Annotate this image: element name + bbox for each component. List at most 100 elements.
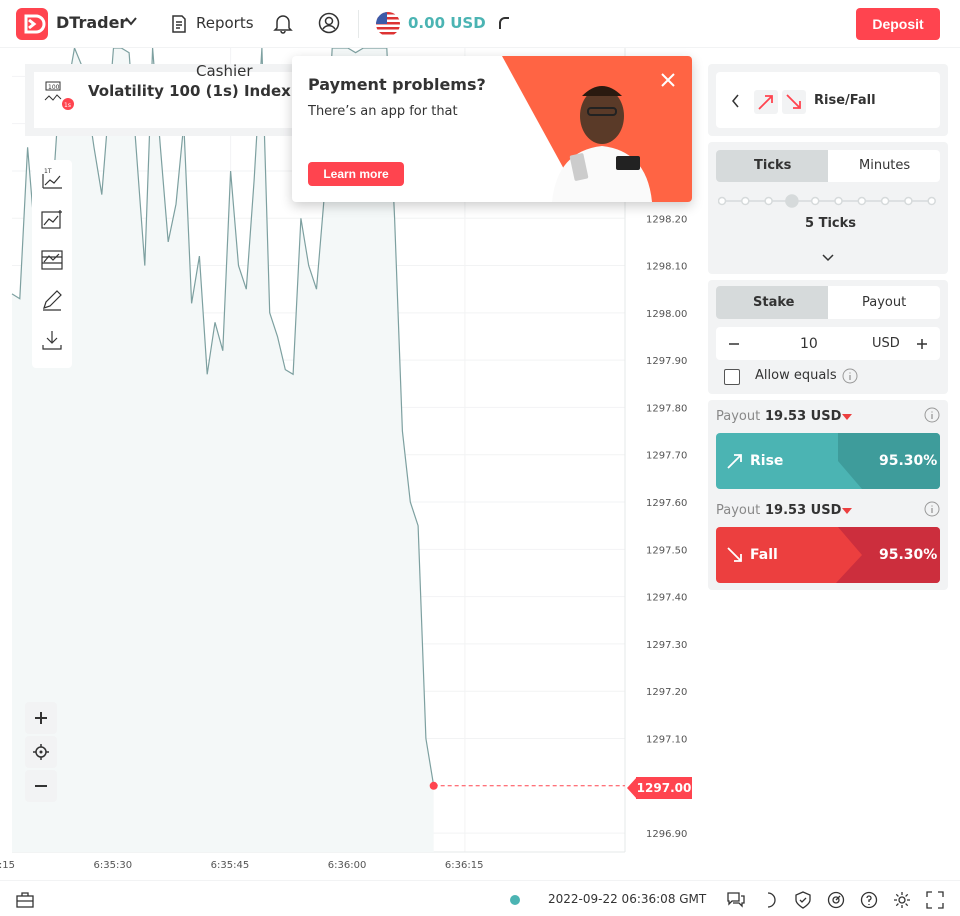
learn-more-button[interactable]: Learn more xyxy=(308,162,404,186)
contract-type-panel: Rise/Fall xyxy=(708,64,948,136)
header-divider xyxy=(358,10,359,38)
gear-icon[interactable] xyxy=(893,891,911,909)
slider-dot[interactable] xyxy=(927,196,936,206)
tab-minutes-label[interactable]: Minutes xyxy=(859,158,910,173)
us-flag-icon[interactable] xyxy=(376,12,400,36)
rise-payout-label: Payout xyxy=(716,409,761,424)
duration-panel: Ticks Minutes 5 Ticks xyxy=(708,142,948,274)
slider-dot[interactable] xyxy=(741,196,750,206)
y-tick-label: 1298.20 xyxy=(646,214,687,225)
y-tick-label: 1297.70 xyxy=(646,451,687,462)
tab-stake-label: Stake xyxy=(753,295,795,310)
market-badge: 1s xyxy=(64,102,71,109)
minus-icon xyxy=(35,785,47,787)
minus-icon[interactable] xyxy=(728,338,740,350)
chevron-down-icon[interactable] xyxy=(124,14,138,28)
positions-icon[interactable] xyxy=(16,891,34,909)
contract-type-selector[interactable]: Rise/Fall xyxy=(716,72,940,128)
x-tick-label: 6:36:00 xyxy=(328,860,367,871)
currency-label: USD xyxy=(872,336,900,351)
slider-dot[interactable] xyxy=(764,196,773,206)
current-price-tag: 1297.00 xyxy=(636,777,692,799)
slider-dot[interactable] xyxy=(834,196,843,206)
plus-icon xyxy=(35,712,47,724)
chat-icon[interactable] xyxy=(727,891,745,909)
rise-label: Rise xyxy=(750,453,784,469)
crosshair-icon xyxy=(33,744,49,760)
allow-equals-label[interactable]: Allow equals xyxy=(755,368,837,383)
templates-icon[interactable] xyxy=(40,248,64,272)
download-icon[interactable] xyxy=(40,328,64,352)
help-icon[interactable] xyxy=(860,891,878,909)
y-tick-label: 1297.40 xyxy=(646,593,687,604)
amount-input[interactable]: 10 xyxy=(800,336,818,352)
rise-arrow-icon xyxy=(727,454,742,469)
tab-ticks-label: Ticks xyxy=(754,158,792,173)
reports-link[interactable]: Reports xyxy=(196,14,254,32)
rise-percent: 95.30% xyxy=(879,453,938,469)
tick-slider[interactable] xyxy=(718,193,938,209)
allow-equals-checkbox[interactable] xyxy=(724,369,740,385)
fall-button[interactable]: Fall 95.30% xyxy=(716,527,940,583)
crosshair-button[interactable] xyxy=(25,736,57,768)
stake-panel: Stake Payout 10 USD Allow equals xyxy=(708,280,948,394)
loading-spinner-icon xyxy=(499,17,509,29)
x-tick-label: 6:35:15 xyxy=(0,860,15,871)
tab-payout-label[interactable]: Payout xyxy=(862,295,906,310)
zoom-in-button[interactable] xyxy=(25,702,57,734)
fall-icon xyxy=(782,90,806,114)
deriv-logo-icon[interactable] xyxy=(16,8,48,40)
popup-title: Payment problems? xyxy=(308,75,486,94)
caret-down-icon[interactable] xyxy=(841,507,853,515)
deposit-button[interactable]: Deposit xyxy=(856,8,940,40)
y-tick-label: 1297.30 xyxy=(646,640,687,651)
caret-down-icon[interactable] xyxy=(841,413,853,421)
plus-icon[interactable] xyxy=(916,338,928,350)
y-tick-label: 1297.10 xyxy=(646,734,687,745)
volatility-index-icon: 100 1s xyxy=(44,80,74,110)
cashier-link[interactable]: Cashier xyxy=(196,62,253,80)
svg-text:1T: 1T xyxy=(44,168,52,175)
connection-status-icon xyxy=(510,895,520,905)
chart-type-icon[interactable]: 1T xyxy=(40,166,64,190)
slider-dot[interactable] xyxy=(718,196,727,206)
x-tick-label: 6:36:15 xyxy=(445,860,484,871)
stake-tabs: Stake Payout xyxy=(716,286,940,319)
indicators-icon[interactable] xyxy=(40,208,64,232)
slider-dot[interactable] xyxy=(857,196,867,206)
reports-icon[interactable] xyxy=(171,15,187,33)
chevron-left-icon[interactable] xyxy=(730,94,742,108)
shield-icon[interactable] xyxy=(794,891,812,909)
drawing-tools-icon[interactable] xyxy=(40,288,64,312)
rise-payout-value: 19.53 USD xyxy=(765,409,842,424)
slider-dot[interactable] xyxy=(880,196,890,206)
chevron-down-icon[interactable] xyxy=(821,253,835,263)
rise-button[interactable]: Rise 95.30% xyxy=(716,433,940,489)
server-time: 2022-09-22 06:36:08 GMT xyxy=(548,892,707,906)
account-icon[interactable] xyxy=(318,12,340,34)
y-tick-label: 1296.90 xyxy=(646,829,687,840)
brand-name[interactable]: DTrader xyxy=(56,13,127,32)
responsible-trading-icon[interactable] xyxy=(827,891,845,909)
bell-icon[interactable] xyxy=(272,12,294,34)
slider-dot[interactable] xyxy=(785,194,799,208)
info-icon[interactable] xyxy=(924,501,940,517)
info-icon[interactable] xyxy=(924,407,940,423)
y-tick-label: 1298.10 xyxy=(646,262,687,273)
theme-icon[interactable] xyxy=(762,891,780,909)
rise-icon xyxy=(754,90,778,114)
slider-dot[interactable] xyxy=(904,196,913,206)
close-icon[interactable] xyxy=(658,70,678,90)
header: DTrader Reports 0.00 USD Deposit xyxy=(0,0,960,48)
fall-percent: 95.30% xyxy=(879,547,938,563)
zoom-out-button[interactable] xyxy=(25,770,57,802)
slider-dot[interactable] xyxy=(810,196,820,206)
popup-text: There’s an app for that xyxy=(308,104,458,119)
info-icon[interactable] xyxy=(842,368,858,384)
payment-popup: Payment problems? There’s an app for tha… xyxy=(292,56,692,202)
fall-payout-value: 19.53 USD xyxy=(765,503,842,518)
fullscreen-icon[interactable] xyxy=(926,891,944,909)
account-balance[interactable]: 0.00 USD xyxy=(408,14,486,32)
market-name[interactable]: Volatility 100 (1s) Index xyxy=(88,82,291,100)
amount-stepper: 10 USD xyxy=(716,327,940,360)
